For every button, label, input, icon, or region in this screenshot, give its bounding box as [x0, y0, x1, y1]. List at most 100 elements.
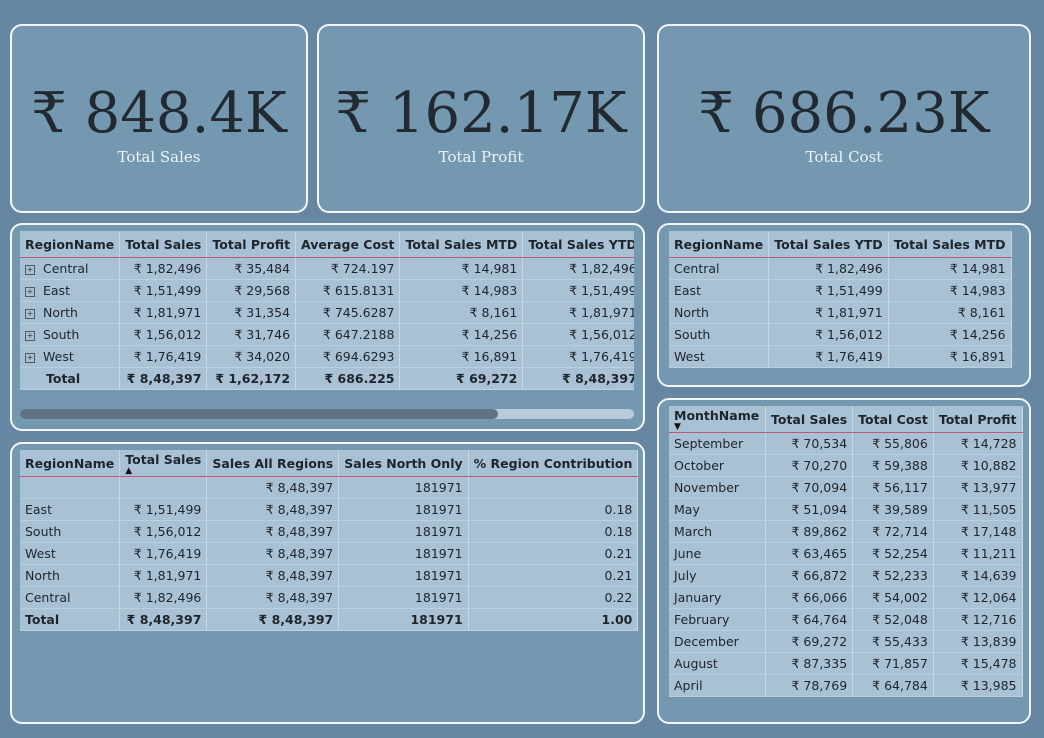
table-cell: ₹ 59,388 [852, 454, 934, 477]
column-header[interactable]: RegionName [20, 450, 121, 477]
table-cell: North [20, 564, 121, 587]
column-header[interactable]: % Region Contribution [468, 450, 639, 477]
table-cell: ₹ 12,716 [933, 608, 1023, 631]
expand-plus-icon[interactable]: + [25, 353, 35, 363]
expand-plus-icon[interactable]: + [25, 287, 35, 297]
expand-plus-icon[interactable]: + [25, 331, 35, 341]
region-matrix-table: RegionName Total Sales Total Profit Aver… [20, 231, 634, 390]
table-cell: ₹ 8,48,397 [522, 367, 634, 390]
table-cell: ₹ 14,983 [888, 279, 1012, 302]
table-cell: 0.22 [468, 586, 639, 609]
table-cell [119, 476, 208, 499]
table-cell: ₹ 66,066 [765, 586, 854, 609]
table-cell: ₹ 1,81,971 [522, 301, 634, 324]
table-cell: ₹ 14,983 [399, 279, 524, 302]
sort-ascending-icon[interactable]: ▲ [125, 466, 201, 475]
table-cell: ₹ 1,76,419 [768, 345, 889, 368]
column-header[interactable]: Total Sales YTD [768, 231, 889, 258]
table-cell: ₹ 89,862 [765, 520, 854, 543]
kpi-label: Total Sales [117, 148, 201, 166]
table-row: Central ₹ 1,82,496 ₹ 8,48,397 181971 0.22 [20, 586, 639, 609]
table-row: December ₹ 69,272 ₹ 55,433 ₹ 13,839 [669, 630, 1023, 653]
table-cell: December [669, 630, 766, 653]
table-row: + North ₹ 1,81,971 ₹ 31,354 ₹ 745.6287 ₹ … [20, 301, 634, 324]
expand-cell[interactable]: + East [20, 279, 121, 302]
table-cell: ₹ 8,48,397 [206, 476, 340, 499]
table-cell: February [669, 608, 766, 631]
column-header[interactable]: Total Sales YTD [522, 231, 634, 258]
table-cell: ₹ 8,48,397 [206, 520, 340, 543]
table-row: September ₹ 70,534 ₹ 55,806 ₹ 14,728 [669, 432, 1023, 455]
column-header[interactable]: Total Profit [933, 406, 1023, 433]
table-cell: ₹ 39,589 [852, 498, 934, 521]
column-header[interactable]: RegionName [20, 231, 121, 258]
column-header[interactable]: Sales North Only [338, 450, 469, 477]
table-row: ₹ 8,48,397 181971 [20, 476, 639, 499]
table-cell: 181971 [338, 564, 469, 587]
table-row: March ₹ 89,862 ₹ 72,714 ₹ 17,148 [669, 520, 1023, 543]
expand-cell[interactable]: + South [20, 323, 121, 346]
table-row: April ₹ 78,769 ₹ 64,784 ₹ 13,985 [669, 674, 1023, 697]
table-cell: ₹ 71,857 [852, 652, 934, 675]
table-row: June ₹ 63,465 ₹ 52,254 ₹ 11,211 [669, 542, 1023, 565]
table-cell: North [669, 301, 770, 324]
table-cell: Total [20, 608, 121, 631]
expand-plus-icon[interactable]: + [25, 309, 35, 319]
table-cell: 0.18 [468, 520, 639, 543]
column-header-sorted[interactable]: Total Sales ▲ [119, 450, 208, 477]
table-cell: Central [669, 257, 770, 280]
table-row: West ₹ 1,76,419 ₹ 8,48,397 181971 0.21 [20, 542, 639, 565]
table-cell: ₹ 31,746 [206, 323, 297, 346]
table-cell: 181971 [338, 476, 469, 499]
column-header[interactable]: RegionName [669, 231, 770, 258]
column-header[interactable]: Total Sales [119, 231, 208, 258]
table-cell: ₹ 14,981 [399, 257, 524, 280]
table-cell: ₹ 694.6293 [295, 345, 401, 368]
column-header[interactable]: Total Sales [765, 406, 854, 433]
table-cell: ₹ 51,094 [765, 498, 854, 521]
kpi-label: Total Cost [805, 148, 883, 166]
table-row: East ₹ 1,51,499 ₹ 8,48,397 181971 0.18 [20, 498, 639, 521]
ytd-table: RegionName Total Sales YTD Total Sales M… [669, 231, 1012, 368]
column-header-sorted[interactable]: MonthName ▼ [669, 406, 766, 433]
column-header[interactable]: Total Cost [852, 406, 934, 433]
expand-cell[interactable]: + West [20, 345, 121, 368]
table-cell [468, 476, 639, 499]
scrollbar-thumb[interactable] [20, 409, 498, 419]
expand-cell[interactable]: + North [20, 301, 121, 324]
table-cell: ₹ 8,48,397 [119, 608, 208, 631]
horizontal-scrollbar[interactable] [20, 409, 634, 419]
kpi-card-total-cost: ₹ 686.23K Total Cost [657, 24, 1031, 213]
table-cell: July [669, 564, 766, 587]
column-header[interactable]: Total Profit [206, 231, 297, 258]
region-name: West [43, 349, 74, 364]
table-cell: ₹ 16,891 [399, 345, 524, 368]
kpi-value: ₹ 686.23K [698, 81, 990, 146]
table-cell: ₹ 8,48,397 [206, 586, 340, 609]
kpi-card-total-sales: ₹ 848.4K Total Sales [10, 24, 308, 213]
table-cell: ₹ 686.225 [295, 367, 401, 390]
table-cell: ₹ 615.8131 [295, 279, 401, 302]
kpi-label: Total Profit [438, 148, 524, 166]
table-cell: ₹ 14,256 [888, 323, 1012, 346]
column-header[interactable]: Average Cost [295, 231, 401, 258]
table-cell: ₹ 55,806 [852, 432, 934, 455]
table-cell: 0.21 [468, 542, 639, 565]
kpi-value: ₹ 162.17K [335, 81, 627, 146]
table-cell: ₹ 13,977 [933, 476, 1023, 499]
region-matrix-viewport: RegionName Total Sales Total Profit Aver… [20, 231, 634, 391]
column-header[interactable]: Sales All Regions [206, 450, 340, 477]
table-cell: ₹ 31,354 [206, 301, 297, 324]
table-cell: ₹ 745.6287 [295, 301, 401, 324]
expand-plus-icon[interactable]: + [25, 265, 35, 275]
table-cell: ₹ 52,048 [852, 608, 934, 631]
expand-cell[interactable]: + Central [20, 257, 121, 280]
column-header[interactable]: Total Sales MTD [888, 231, 1012, 258]
table-cell: ₹ 1,76,419 [119, 345, 208, 368]
table-cell: June [669, 542, 766, 565]
table-cell: April [669, 674, 766, 697]
sort-descending-icon[interactable]: ▼ [674, 422, 760, 431]
column-header[interactable]: Total Sales MTD [399, 231, 524, 258]
table-cell: March [669, 520, 766, 543]
table-cell: ₹ 13,985 [933, 674, 1023, 697]
